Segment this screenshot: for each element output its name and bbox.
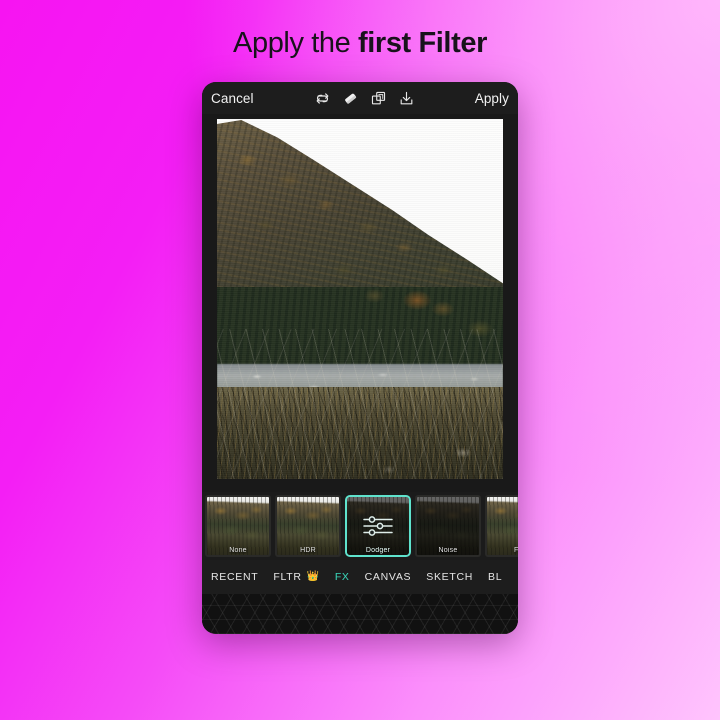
tab-label: SKETCH bbox=[426, 571, 474, 583]
tab-label: FLTR bbox=[273, 571, 302, 583]
filter-label: Fil bbox=[487, 547, 518, 554]
photo-bare-branches bbox=[217, 329, 503, 479]
filter-strip[interactable]: None HDR Dodger Noise bbox=[202, 492, 518, 560]
crown-icon: 👑 bbox=[306, 571, 320, 582]
filter-label: Noise bbox=[438, 547, 458, 554]
tab-label: FX bbox=[334, 571, 350, 583]
tab-sketch[interactable]: SKETCH bbox=[426, 571, 473, 583]
tab-label: RECENT bbox=[211, 571, 259, 583]
page-title-prefix: Apply the bbox=[233, 27, 359, 59]
filter-thumb-noise[interactable]: Noise bbox=[415, 495, 481, 557]
tab-recent[interactable]: RECENT bbox=[211, 571, 258, 583]
filter-thumb-none[interactable]: None bbox=[205, 495, 271, 557]
redo-loop-icon[interactable] bbox=[308, 85, 336, 111]
page-title: Apply the first Filter bbox=[0, 24, 720, 62]
filter-label: HDR bbox=[300, 547, 316, 554]
tab-label: CANVAS bbox=[364, 571, 412, 583]
tab-canvas[interactable]: CANVAS bbox=[365, 571, 412, 583]
phone-mockup: Cancel Apply None HDR Dodger Noise RECEN… bbox=[202, 82, 518, 634]
bottom-pattern bbox=[202, 594, 518, 634]
download-icon[interactable] bbox=[392, 85, 420, 111]
photo-canvas[interactable] bbox=[202, 114, 518, 492]
tab-fx[interactable]: FX bbox=[335, 571, 350, 583]
filter-thumb-fil[interactable]: Fil bbox=[485, 495, 518, 557]
filter-thumb-hdr[interactable]: HDR bbox=[275, 495, 341, 557]
edited-photo[interactable] bbox=[217, 119, 503, 479]
cancel-button[interactable]: Cancel bbox=[211, 91, 254, 106]
filter-thumb-dodger[interactable]: Dodger bbox=[345, 495, 411, 557]
screenshot-canvas: Apply the first Filter Cancel Apply None… bbox=[0, 0, 720, 720]
filter-label: None bbox=[229, 547, 247, 554]
tab-label: BL bbox=[488, 571, 503, 583]
tab-bl[interactable]: BL bbox=[488, 571, 502, 583]
tab-fltr[interactable]: FLTR 👑 bbox=[273, 571, 319, 583]
category-tab-bar[interactable]: RECENT FLTR 👑 FX CANVAS SKETCH BL bbox=[202, 560, 518, 594]
apply-button[interactable]: Apply bbox=[475, 91, 509, 106]
editor-toolbar: Cancel Apply bbox=[202, 82, 518, 114]
eraser-icon[interactable] bbox=[336, 85, 364, 111]
filter-label: Dodger bbox=[365, 547, 391, 554]
page-title-emphasis: first Filter bbox=[358, 27, 487, 59]
layers-icon[interactable] bbox=[364, 85, 392, 111]
